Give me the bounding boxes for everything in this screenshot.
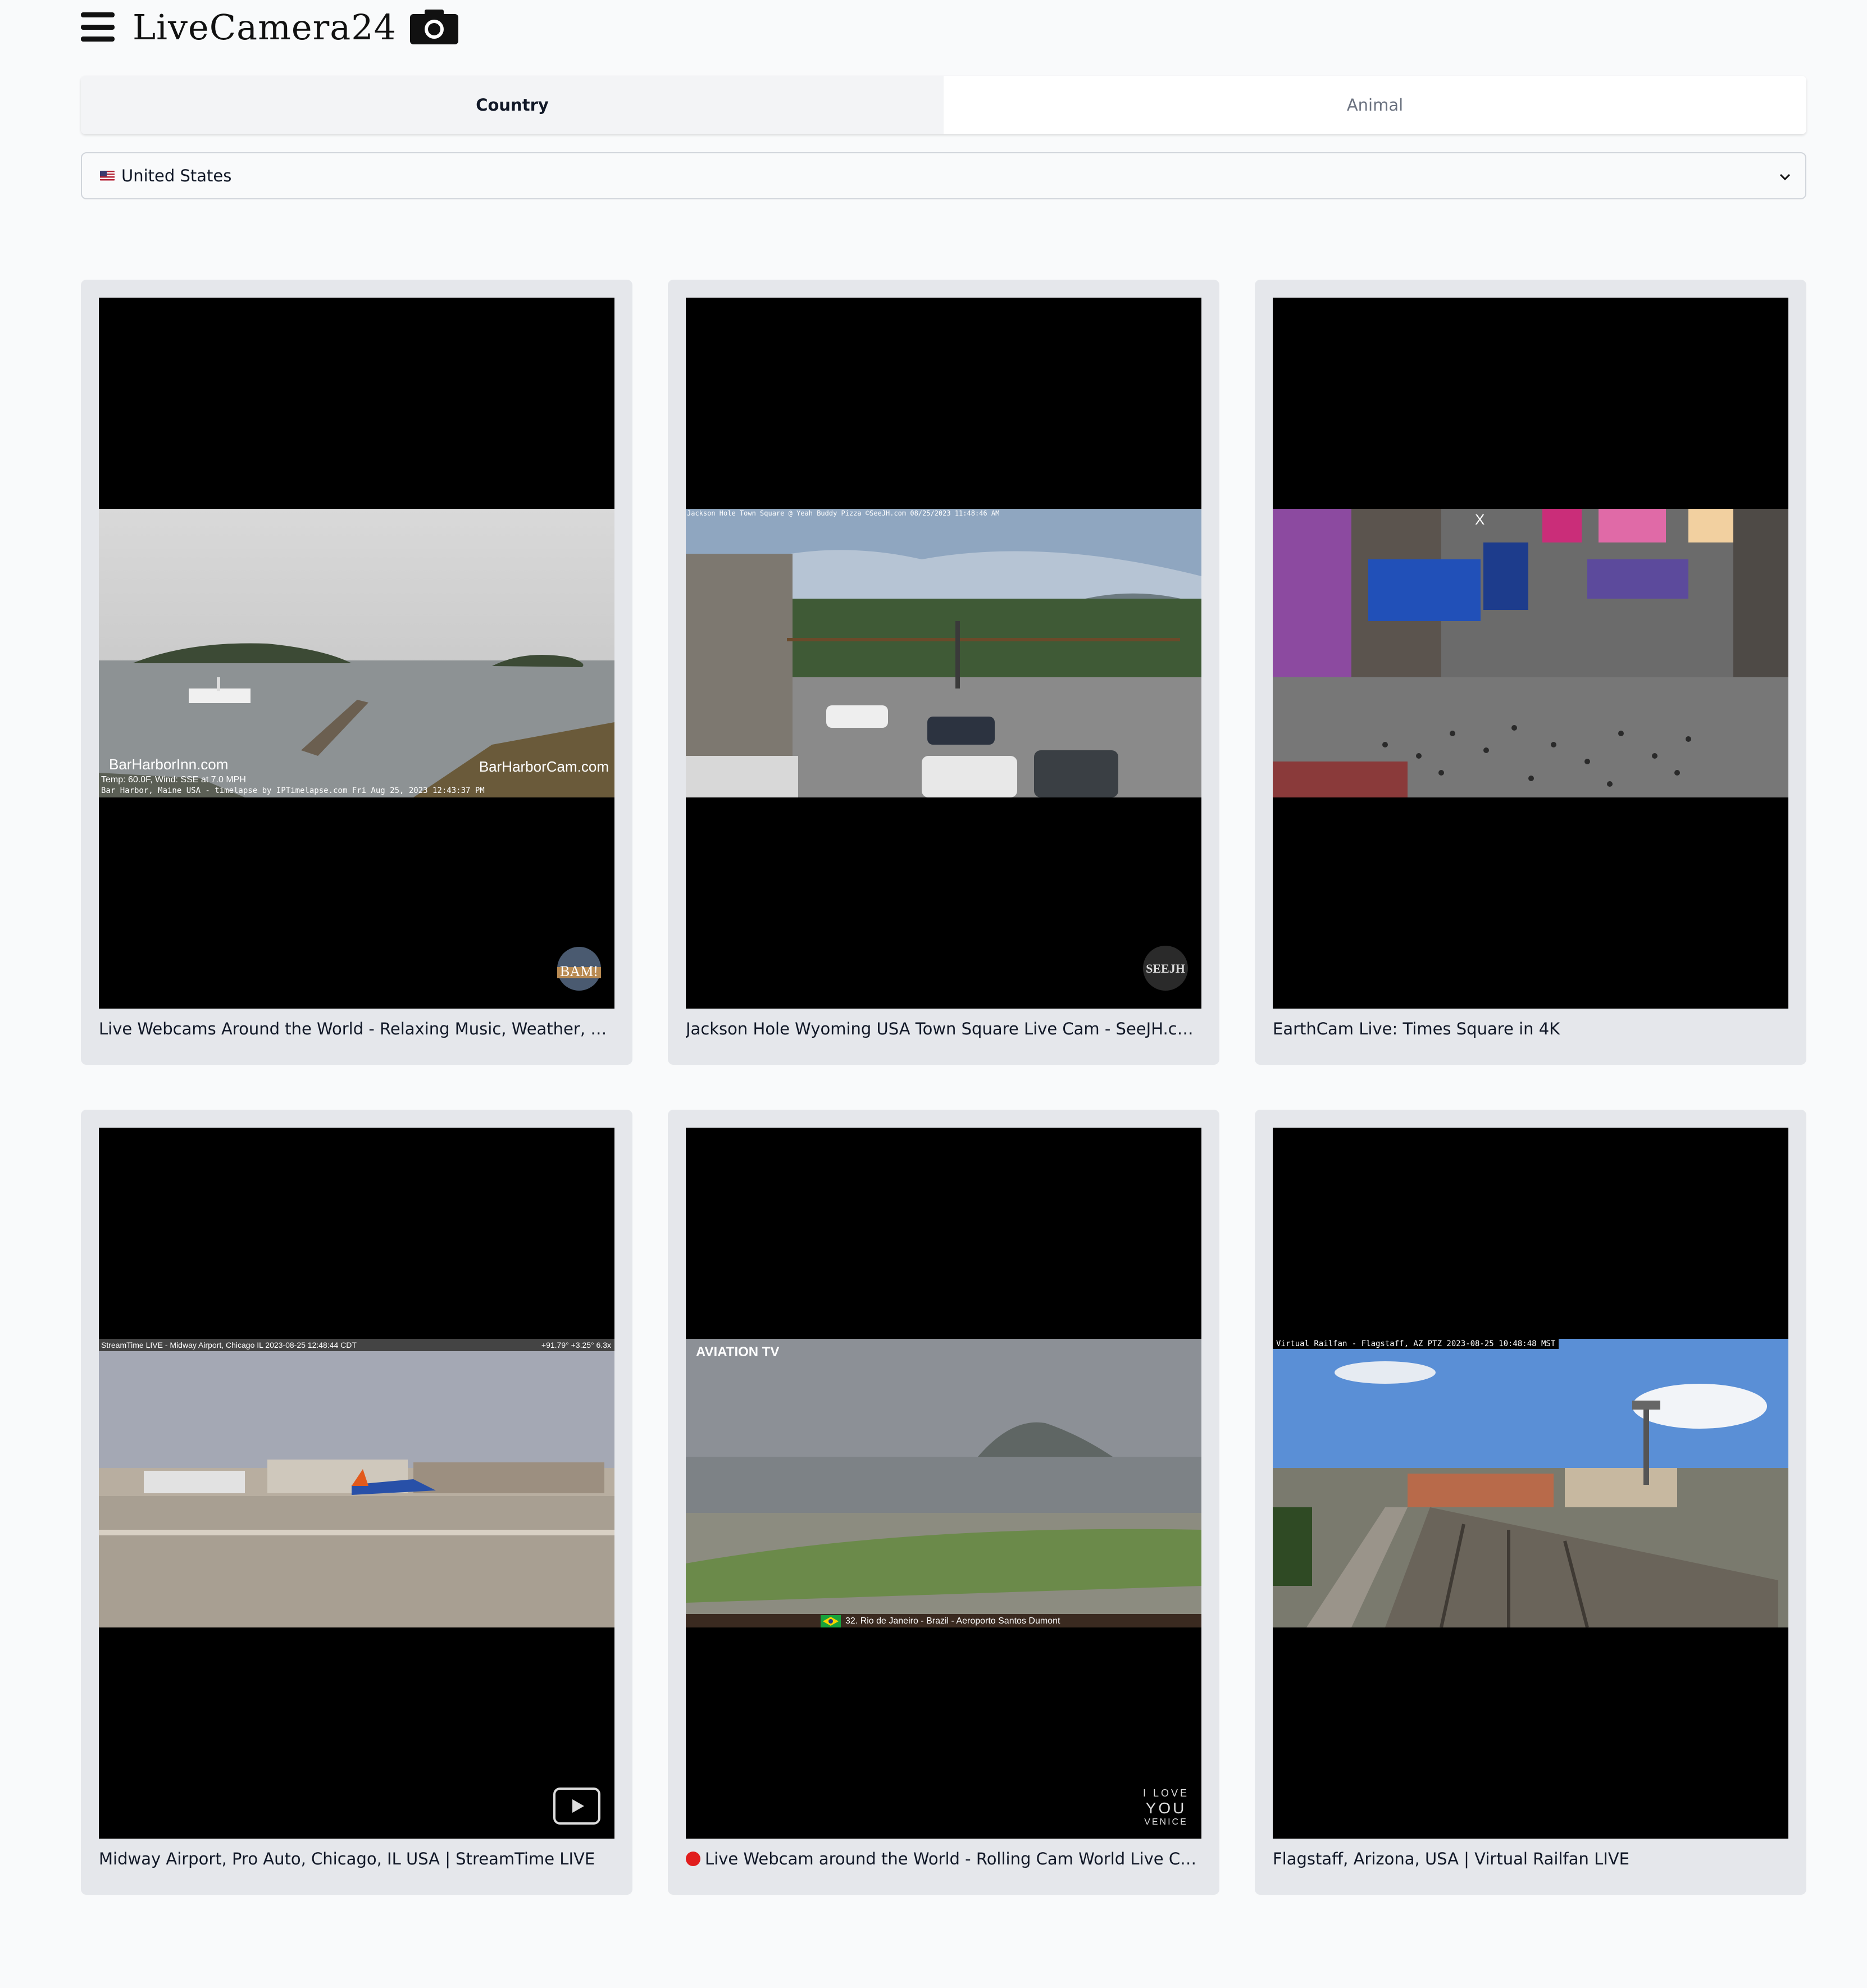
video-overlay-top-right: +91.79° +3.25° 6.3x <box>541 1340 611 1349</box>
video-overlay-top: StreamTime LIVE - Midway Airport, Chicag… <box>101 1340 357 1349</box>
webcam-title[interactable]: EarthCam Live: Times Square in 4K <box>1273 1019 1788 1038</box>
webcam-card[interactable]: X EarthCam Live: Times Square in 4K <box>1255 280 1806 1065</box>
webcam-title-text: Live Webcam around the World - Rolling C… <box>705 1849 1201 1868</box>
video-overlay-top: Virtual Railfan - Flagstaff, AZ PTZ 2023… <box>1273 1339 1559 1349</box>
video-overlay-brand: AVIATION TV <box>696 1344 780 1360</box>
tab-animal[interactable]: Animal <box>944 76 1806 134</box>
tab-country[interactable]: Country <box>81 76 944 134</box>
site-header: LiveCamera24 <box>81 0 459 54</box>
video-thumbnail: Jackson Hole Town Square @ Yeah Buddy Pi… <box>686 509 1201 797</box>
chevron-down-icon <box>1779 174 1791 181</box>
channel-logo: BAM! <box>556 946 602 994</box>
webcam-title[interactable]: Live Webcams Around the World - Relaxing… <box>99 1019 614 1038</box>
video-overlay-right: BarHarborCam.com <box>479 758 609 775</box>
country-select-value: United States <box>121 166 232 185</box>
channel-logo: SEEJH <box>1142 945 1189 994</box>
video-overlay-top: Jackson Hole Town Square @ Yeah Buddy Pi… <box>687 509 1000 517</box>
video-overlay-top: X <box>1475 511 1485 528</box>
webcam-title[interactable]: Midway Airport, Pro Auto, Chicago, IL US… <box>99 1849 614 1868</box>
us-flag-icon <box>100 171 115 181</box>
red-circle-icon <box>686 1852 700 1866</box>
video-thumbnail: Virtual Railfan - Flagstaff, AZ PTZ 2023… <box>1273 1339 1788 1627</box>
video-overlay-bottom: 32. Rio de Janeiro - Brazil - Aeroporto … <box>845 1616 1060 1626</box>
video-player[interactable]: X <box>1273 298 1788 1009</box>
video-thumbnail: BarHarborInn.com BarHarborCam.com Temp: … <box>99 509 614 797</box>
webcam-title[interactable]: Live Webcam around the World - Rolling C… <box>686 1849 1201 1868</box>
svg-text:BAM!: BAM! <box>560 963 598 979</box>
video-player[interactable]: BarHarborInn.com BarHarborCam.com Temp: … <box>99 298 614 1009</box>
video-overlay-info: Temp: 60.0F, Wind: SSE at 7.0 MPH <box>101 775 246 785</box>
video-player[interactable]: Virtual Railfan - Flagstaff, AZ PTZ 2023… <box>1273 1128 1788 1839</box>
play-icon[interactable] <box>553 1787 601 1825</box>
video-thumbnail: StreamTime LIVE - Midway Airport, Chicag… <box>99 1339 614 1627</box>
camera-icon <box>410 10 459 44</box>
webcam-card[interactable]: Virtual Railfan - Flagstaff, AZ PTZ 2023… <box>1255 1110 1806 1895</box>
webcam-card[interactable]: BarHarborInn.com BarHarborCam.com Temp: … <box>81 280 632 1065</box>
hamburger-menu-icon[interactable] <box>81 12 115 42</box>
webcam-card[interactable]: Jackson Hole Town Square @ Yeah Buddy Pi… <box>668 280 1219 1065</box>
country-select[interactable]: United States <box>81 152 1806 199</box>
video-player[interactable]: Jackson Hole Town Square @ Yeah Buddy Pi… <box>686 298 1201 1009</box>
video-player[interactable]: AVIATION TV 32. Rio de Janeiro - Brazil … <box>686 1128 1201 1839</box>
video-overlay-bottom: Bar Harbor, Maine USA - timelapse by IPT… <box>101 786 485 795</box>
video-thumbnail: AVIATION TV 32. Rio de Janeiro - Brazil … <box>686 1339 1201 1627</box>
video-player[interactable]: StreamTime LIVE - Midway Airport, Chicag… <box>99 1128 614 1839</box>
site-logo[interactable]: LiveCamera24 <box>133 7 397 48</box>
webcam-title[interactable]: Flagstaff, Arizona, USA | Virtual Railfa… <box>1273 1849 1788 1868</box>
category-tabs: Country Animal <box>81 76 1806 134</box>
channel-logo: I LOVE YOU VENICE <box>1142 1788 1189 1827</box>
svg-text:SEEJH: SEEJH <box>1146 961 1185 975</box>
webcam-title[interactable]: Jackson Hole Wyoming USA Town Square Liv… <box>686 1019 1201 1038</box>
video-overlay-left: BarHarborInn.com <box>109 756 229 773</box>
webcam-card[interactable]: AVIATION TV 32. Rio de Janeiro - Brazil … <box>668 1110 1219 1895</box>
webcam-card[interactable]: StreamTime LIVE - Midway Airport, Chicag… <box>81 1110 632 1895</box>
video-thumbnail: X <box>1273 509 1788 797</box>
